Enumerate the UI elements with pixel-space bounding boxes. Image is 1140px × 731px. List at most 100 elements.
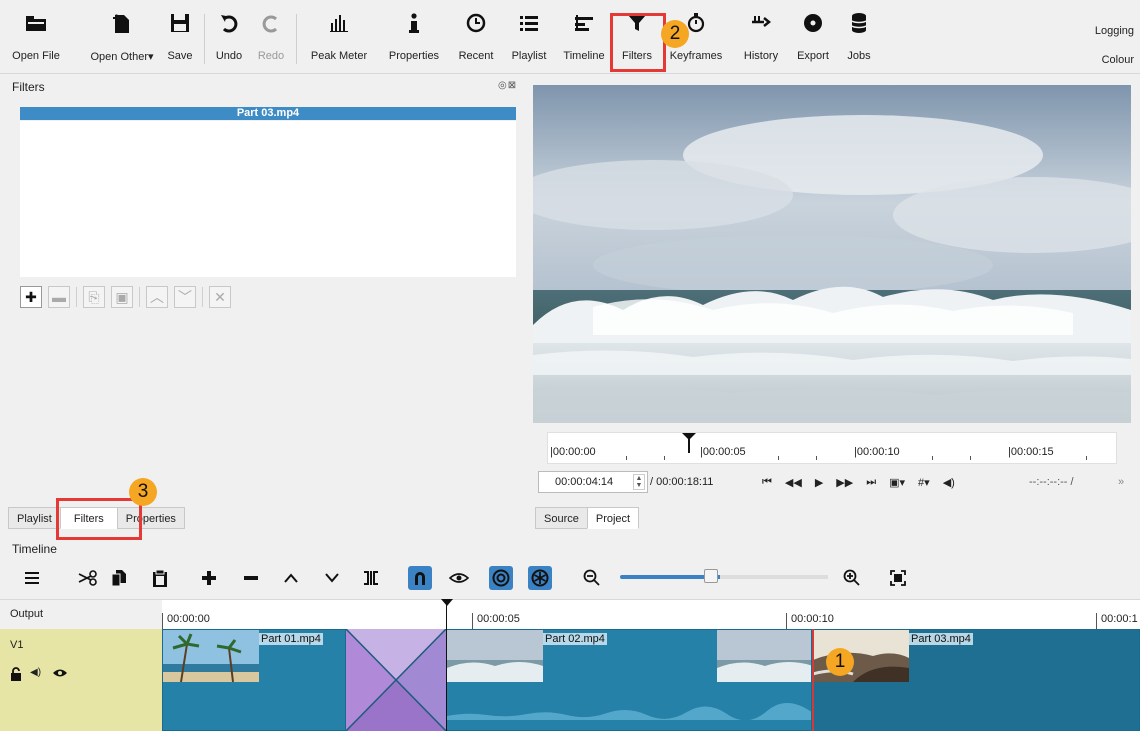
open-file-button[interactable]: Open File <box>6 6 66 68</box>
v1-track[interactable]: Part 01.mp4 Part 02.mp4 Part 03.mp4 <box>162 629 1140 731</box>
zoom-slider-track[interactable] <box>720 575 828 579</box>
timecode-spinner[interactable]: ▲ ▼ <box>633 474 645 490</box>
layout-colour[interactable]: Colour <box>1102 54 1134 66</box>
timeline-clip[interactable]: Part 02.mp4 <box>446 629 812 731</box>
timecode-field[interactable]: 00:00:04:14 ▲ ▼ <box>538 471 648 493</box>
open-file-label: Open File <box>12 50 60 62</box>
filters-highlight-box <box>610 13 666 72</box>
volume-icon[interactable]: ◀) <box>943 476 955 489</box>
open-other-button[interactable]: Open Other▾ <box>86 6 158 68</box>
copy-filter-button[interactable]: ⎘ <box>83 286 105 308</box>
step-badge-3: 3 <box>129 478 157 506</box>
recent-button[interactable]: Recent <box>454 6 498 68</box>
tab-playlist[interactable]: Playlist <box>8 507 61 529</box>
copy-icon[interactable] <box>107 566 131 590</box>
peak-meter-button[interactable]: Peak Meter <box>304 6 374 68</box>
zoom-fit-icon[interactable] <box>886 566 910 590</box>
copy-icon: ⎘ <box>88 288 100 305</box>
filters-tab-highlight-box <box>56 498 142 540</box>
ripple-delete-icon[interactable] <box>239 566 263 590</box>
add-filter-button[interactable]: ✚ <box>20 286 42 308</box>
close-icon: ✕ <box>214 288 226 305</box>
overwrite-icon[interactable] <box>320 566 344 590</box>
paste-icon[interactable] <box>148 566 172 590</box>
save-button[interactable]: Save <box>160 6 200 68</box>
playlist-label: Playlist <box>511 50 547 62</box>
timeline-playhead-marker[interactable] <box>441 599 453 606</box>
main-toolbar: Open File Open Other▾ Save Undo Redo Pea… <box>0 0 1140 74</box>
move-filter-up-button[interactable]: ︿ <box>146 286 168 308</box>
timeline-button[interactable]: Timeline <box>559 6 609 68</box>
snap-magnet-icon[interactable] <box>408 566 432 590</box>
ripple-all-tracks-icon[interactable] <box>528 566 552 590</box>
toolbar-divider <box>296 14 297 64</box>
save-label: Save <box>167 50 193 62</box>
ruler-tick <box>664 456 665 460</box>
undo-button[interactable]: Undo <box>211 6 247 68</box>
tab-project[interactable]: Project <box>586 507 640 529</box>
paste-filter-button[interactable]: ▣ <box>111 286 133 308</box>
deselect-filter-button[interactable]: ✕ <box>209 286 231 308</box>
toolbar-divider <box>204 14 205 64</box>
filter-list[interactable] <box>20 121 516 277</box>
layout-logging[interactable]: Logging <box>1095 25 1134 37</box>
clip-name: Part 02.mp4 <box>543 633 607 645</box>
split-icon[interactable] <box>359 566 383 590</box>
zoom-fit-icon[interactable]: ▣▾ <box>889 476 905 489</box>
skip-previous-icon[interactable]: ⏮ <box>762 476 772 489</box>
lock-icon[interactable] <box>10 667 22 684</box>
playlist-button[interactable]: Playlist <box>507 6 551 68</box>
timeline-clip[interactable]: Part 01.mp4 <box>162 629 346 731</box>
player-scrub-ruler[interactable]: |00:00:00 |00:00:05 |00:00:10 |00:00:15 <box>547 432 1117 464</box>
timeline-menu-icon[interactable] <box>20 566 44 590</box>
jobs-button[interactable]: Jobs <box>839 6 879 68</box>
panel-float-close-buttons[interactable]: ◎⊠ <box>498 80 517 91</box>
zoom-in-icon[interactable] <box>840 566 864 590</box>
scrub-audio-icon[interactable] <box>447 566 471 590</box>
ripple-icon[interactable] <box>489 566 513 590</box>
timeline-ruler[interactable]: 00:00:00 00:00:05 00:00:10 00:00:1 <box>162 599 1140 629</box>
divider <box>202 287 203 307</box>
open-other-label: Open Other▾ <box>90 51 154 63</box>
clip-name: Part 03.mp4 <box>909 633 973 645</box>
mute-icon[interactable]: ◀) <box>30 667 41 678</box>
transport-controls: ⏮ ◀◀ ▶ ▶▶ ⏭ ▣▾ #▾ ◀) <box>762 472 955 492</box>
ruler-label: |00:00:05 <box>700 446 746 458</box>
cut-icon[interactable] <box>76 566 100 590</box>
export-label: Export <box>797 50 829 62</box>
v1-track-header[interactable]: V1 ◀) <box>0 629 162 731</box>
more-controls-icon[interactable]: » <box>1118 476 1124 488</box>
timeline-ruler-label: 00:00:00 <box>162 613 210 629</box>
remove-filter-button[interactable]: ▬ <box>48 286 70 308</box>
clip-thumbnail-beach <box>163 630 259 682</box>
skip-next-icon[interactable]: ⏭ <box>866 476 876 489</box>
clip-thumbnail-wave <box>447 630 543 682</box>
track-name: V1 <box>10 639 24 651</box>
clip-name: Part 01.mp4 <box>259 633 323 645</box>
timeline-clip[interactable]: Part 03.mp4 <box>812 629 1140 731</box>
grid-icon[interactable]: #▾ <box>918 476 930 489</box>
ocean-wave-frame <box>533 85 1131 423</box>
clock-icon <box>466 6 486 40</box>
export-button[interactable]: Export <box>791 6 835 68</box>
append-icon[interactable] <box>197 566 221 590</box>
lift-icon[interactable] <box>279 566 303 590</box>
video-preview[interactable] <box>533 85 1131 423</box>
redo-icon <box>261 6 281 40</box>
clip-thumbnail-wave-end <box>717 630 811 682</box>
ruler-tick <box>1086 456 1087 460</box>
visibility-eye-icon[interactable] <box>52 666 68 683</box>
rewind-icon[interactable]: ◀◀ <box>785 476 802 489</box>
zoom-out-icon[interactable] <box>580 566 604 590</box>
move-filter-down-button[interactable]: ﹀ <box>174 286 196 308</box>
duration-label: / 00:00:18:11 <box>650 476 714 488</box>
zoom-slider-handle[interactable] <box>704 569 718 583</box>
properties-button[interactable]: Properties <box>384 6 444 68</box>
fast-forward-icon[interactable]: ▶▶ <box>836 476 853 489</box>
history-button[interactable]: History <box>739 6 783 68</box>
save-icon <box>170 6 190 40</box>
play-icon[interactable]: ▶ <box>815 476 823 489</box>
transition-crossfade[interactable] <box>346 629 446 731</box>
tab-source[interactable]: Source <box>535 507 588 529</box>
ruler-label: |00:00:15 <box>1008 446 1054 458</box>
